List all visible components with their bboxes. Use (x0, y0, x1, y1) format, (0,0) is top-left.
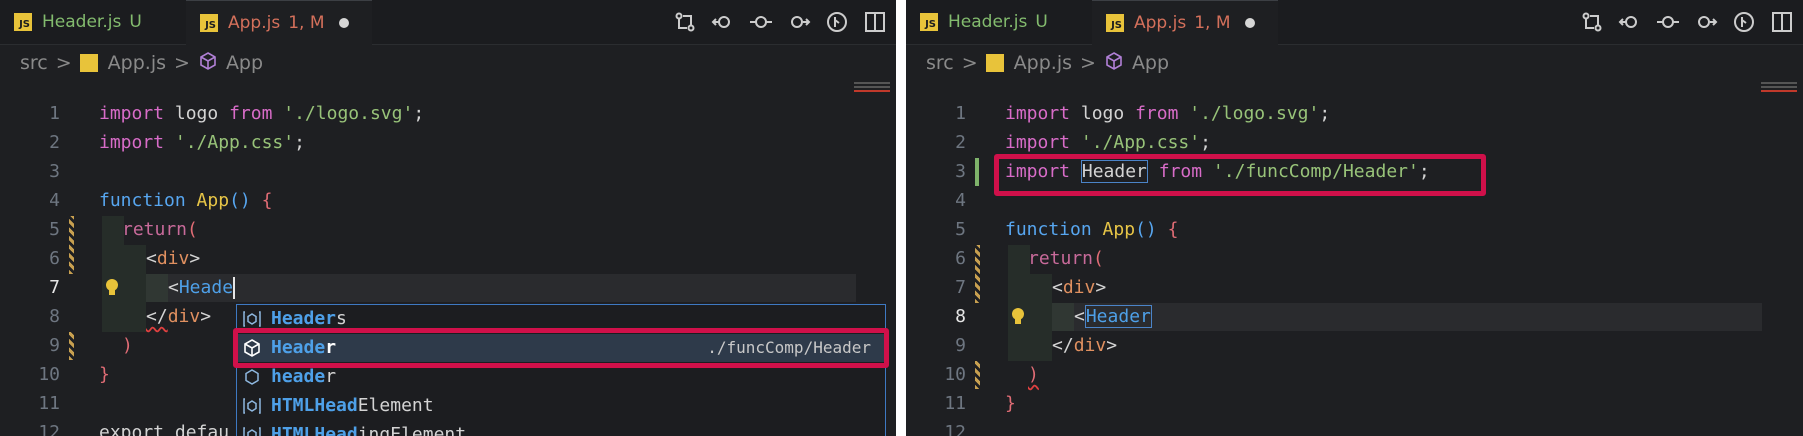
editor-pane-left: JS Header.js U JS App.js 1, M src > App.… (0, 0, 896, 436)
tab-header-js[interactable]: JS Header.js U (0, 0, 186, 44)
chevron-right-icon: > (961, 52, 978, 74)
tab-status: 1, M (1194, 13, 1231, 33)
code-line: 2 import './App.css'; (955, 132, 1211, 153)
code-line: 5 return( (49, 219, 198, 240)
code-line: 2 import './App.css'; (49, 132, 305, 153)
commit-icon[interactable] (748, 9, 774, 35)
breadcrumb: src > App.js > App (0, 45, 896, 81)
chevron-right-icon: > (55, 52, 72, 74)
tab-status: U (129, 12, 142, 32)
code-editor[interactable]: 1 import logo from './logo.svg'; 2 import … (906, 100, 1803, 436)
code-line: 5 function App() { (955, 219, 1179, 240)
breadcrumb-folder[interactable]: src (926, 52, 954, 74)
compare-changes-icon[interactable] (672, 9, 698, 35)
breadcrumb-file[interactable]: App.js (108, 52, 166, 74)
code-line: 3 (49, 161, 60, 182)
tab-header-js[interactable]: JS Header.js U (906, 0, 1092, 44)
highlight-annotation-box (233, 328, 889, 368)
code-line: 4 function App() { (49, 190, 273, 211)
highlight-annotation-box (994, 154, 1486, 196)
js-file-icon (985, 54, 1004, 72)
js-file-icon: JS (14, 13, 32, 31)
go-back-change-icon[interactable] (710, 9, 736, 35)
breadcrumb-symbol[interactable]: App (1132, 52, 1169, 74)
tab-label: App.js (228, 13, 281, 33)
git-lens-icon[interactable] (824, 9, 850, 35)
breadcrumb: src > App.js > App (906, 45, 1803, 81)
chevron-right-icon: > (174, 52, 190, 74)
tab-status: 1, M (288, 13, 325, 33)
tab-app-js[interactable]: JS App.js 1, M (1092, 0, 1278, 45)
breadcrumb-symbol[interactable]: App (226, 52, 263, 74)
js-file-icon: JS (200, 14, 218, 32)
code-line: 1 import logo from './logo.svg'; (955, 103, 1331, 124)
cube-icon (1104, 51, 1124, 76)
unsaved-dot-icon[interactable] (338, 18, 349, 28)
split-editor-icon[interactable] (1769, 9, 1795, 35)
module-icon (241, 395, 263, 417)
breadcrumb-folder[interactable]: src (20, 52, 48, 74)
code-line-current: 8 <Header (955, 305, 1152, 328)
js-file-icon (79, 54, 98, 72)
editor-pane-right: JS Header.js U JS App.js 1, M src > App.… (906, 0, 1803, 436)
js-file-icon: JS (1106, 14, 1124, 32)
tab-label: Header.js (948, 12, 1028, 32)
go-forward-change-icon[interactable] (786, 9, 812, 35)
split-editor-icon[interactable] (862, 9, 888, 35)
chevron-right-icon: > (1080, 52, 1096, 74)
code-line: 7 <div> (955, 277, 1107, 298)
autocomplete-suggestions[interactable]: Headers Header ./funcComp/Header header … (236, 304, 886, 436)
breadcrumb-file[interactable]: App.js (1014, 52, 1072, 74)
word-highlight: Header (1084, 305, 1152, 328)
code-line: 1 import logo from './logo.svg'; (49, 103, 425, 124)
go-back-change-icon[interactable] (1617, 9, 1643, 35)
suggestion-item[interactable]: HTMLHeadingElement (237, 421, 885, 436)
suggestion-item[interactable]: HTMLHeadElement (237, 392, 885, 420)
js-file-icon: JS (920, 13, 938, 31)
text-cursor (233, 277, 236, 299)
commit-icon[interactable] (1655, 9, 1681, 35)
code-line: 6 return( (955, 248, 1104, 269)
code-line: 9 </div> (955, 335, 1118, 356)
code-line: 6 <div> (49, 248, 201, 269)
unsaved-dot-icon[interactable] (1244, 18, 1255, 28)
code-line: 10) (944, 364, 1039, 385)
git-lens-icon[interactable] (1731, 9, 1757, 35)
code-line: 11} (944, 393, 1016, 414)
module-icon (241, 308, 263, 330)
tab-status: U (1035, 12, 1048, 32)
editor-actions (1579, 0, 1795, 44)
editor-actions (672, 0, 888, 44)
cube-icon (198, 51, 218, 76)
compare-changes-icon[interactable] (1579, 9, 1605, 35)
tab-label: Header.js (42, 12, 122, 32)
module-icon (241, 366, 263, 388)
tab-app-js[interactable]: JS App.js 1, M (186, 0, 372, 45)
code-line-current: 7 <Heade (49, 277, 236, 299)
tab-bar: JS Header.js U JS App.js 1, M (0, 0, 896, 45)
tab-label: App.js (1134, 13, 1187, 33)
code-line: 12 (944, 422, 966, 436)
go-forward-change-icon[interactable] (1693, 9, 1719, 35)
tab-bar: JS Header.js U JS App.js 1, M (906, 0, 1803, 45)
module-icon (241, 424, 263, 436)
lightbulb-icon[interactable] (98, 274, 126, 302)
lightbulb-icon[interactable] (1004, 303, 1032, 331)
